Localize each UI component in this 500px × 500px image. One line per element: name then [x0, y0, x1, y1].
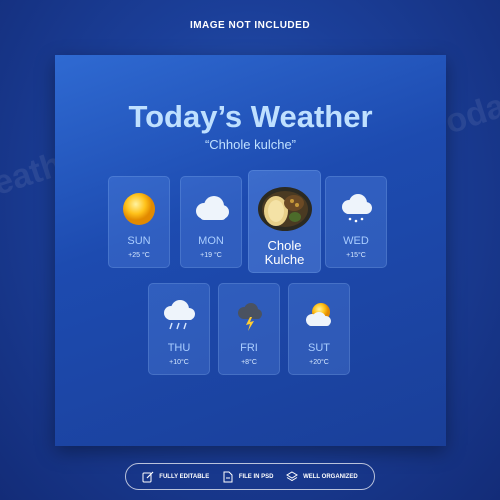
badge-well-organized: WELL ORGANIZED	[286, 470, 358, 483]
badge-label: FULLY EDITABLE	[159, 473, 210, 480]
tile-temp: +15°C	[346, 252, 366, 259]
tile-temp: +8°C	[241, 359, 257, 366]
featured-dish-name: Chole Kulche	[249, 239, 320, 267]
tile-temp: +19 °C	[200, 252, 222, 259]
cloud-icon	[181, 189, 241, 229]
badge-label: WELL ORGANIZED	[303, 473, 358, 480]
tile-day: THU	[167, 342, 191, 354]
tile-day: WED	[343, 235, 369, 247]
tile-thu: THU +10°C	[148, 283, 210, 375]
tile-temp: +10°C	[169, 359, 189, 366]
file-icon	[223, 471, 233, 482]
storm-cloud-icon	[219, 296, 279, 336]
badge-fully-editable: FULLY EDITABLE	[142, 471, 209, 483]
page-title: Today’s Weather	[128, 99, 373, 134]
tile-temp: +20°C	[309, 359, 329, 366]
tile-mon: MON +19 °C	[180, 176, 242, 268]
featured-dish-name-line1: Chole	[267, 238, 302, 253]
background-ghost-text-right: oda	[440, 86, 500, 142]
tile-day: SUN	[127, 235, 151, 247]
image-not-included-caption: IMAGE NOT INCLUDED	[189, 20, 311, 31]
edit-icon	[142, 471, 154, 482]
tile-day: FRI	[240, 342, 258, 354]
featured-dish-name-line2: Kulche	[264, 252, 305, 267]
layers-icon	[286, 470, 299, 481]
food-icon	[249, 179, 320, 235]
tile-fri: FRI +8°C	[218, 283, 280, 375]
sun-cloud-icon	[289, 296, 349, 336]
tile-wed: WED +15°C	[325, 176, 387, 268]
tile-sun: SUN +25 °C	[108, 176, 170, 268]
badge-label: FILE IN PSD	[238, 473, 274, 480]
rain-cloud-icon	[149, 296, 209, 336]
feature-badges-bar: FULLY EDITABLE FILE IN PSD WELL ORGANIZE…	[125, 463, 375, 490]
tile-day: MON	[198, 235, 224, 247]
weather-card: Today’s Weather “Chhole kulche” SUN +25 …	[55, 55, 446, 446]
snow-cloud-icon	[326, 189, 386, 229]
badge-file-in-psd: FILE IN PSD	[222, 471, 274, 483]
tile-temp: +25 °C	[128, 252, 150, 259]
subtitle: “Chhole kulche”	[204, 137, 297, 152]
tile-featured-dish: Chole Kulche	[248, 170, 321, 273]
tile-sut: SUT +20°C	[288, 283, 350, 375]
sun-icon	[109, 189, 169, 229]
tile-day: SUT	[308, 342, 330, 354]
